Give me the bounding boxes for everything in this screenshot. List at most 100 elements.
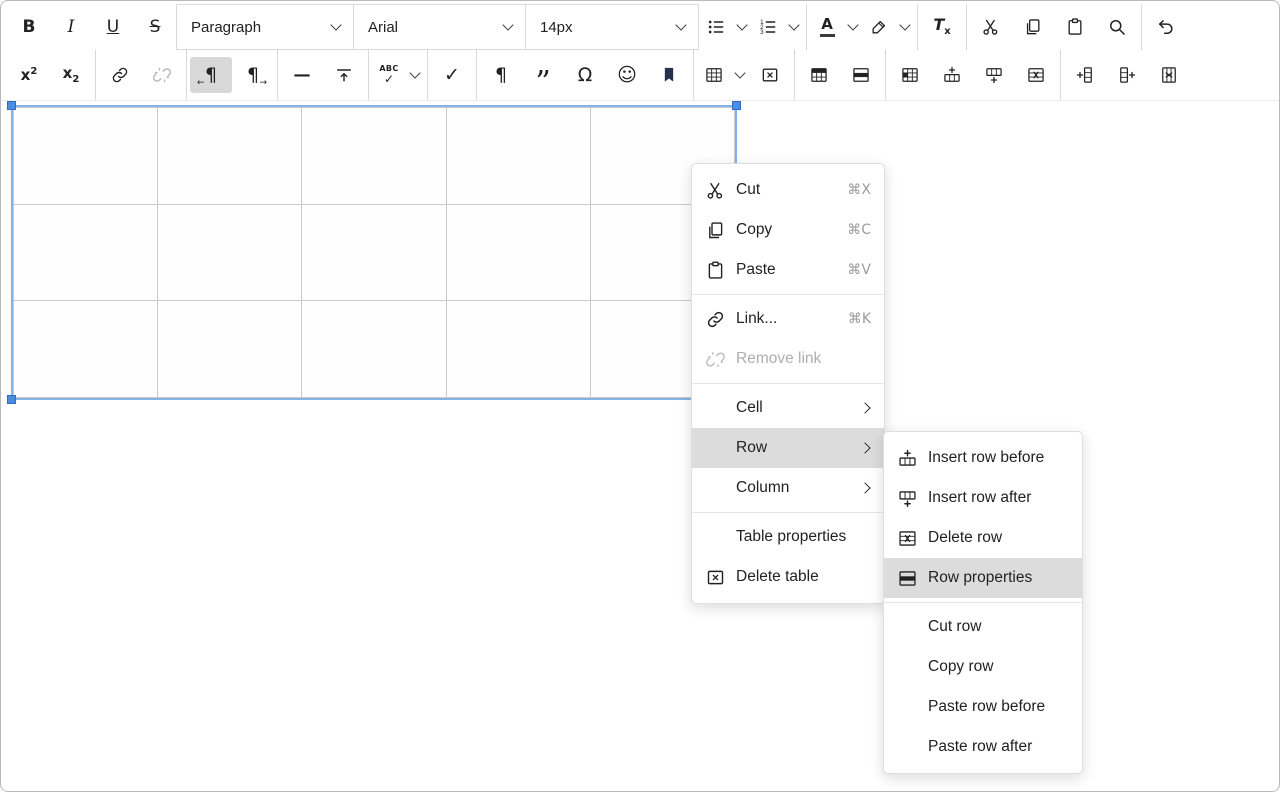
table-dropdown[interactable] (731, 57, 749, 93)
selected-table[interactable] (11, 105, 737, 400)
numbered-list-button[interactable] (751, 9, 785, 45)
row-properties-button[interactable] (840, 57, 882, 93)
format-select-group: Paragraph Arial 14px (176, 4, 699, 50)
delete-table-icon (760, 65, 780, 85)
copy-icon (703, 218, 727, 242)
toolbar-separator (806, 4, 807, 50)
search-button[interactable] (1096, 9, 1138, 45)
table-cell[interactable] (446, 301, 590, 398)
subscript-button[interactable]: x2 (50, 57, 92, 93)
table-button[interactable] (697, 57, 731, 93)
table-cell[interactable] (446, 108, 590, 205)
strikethrough-button[interactable]: S (134, 9, 176, 45)
superscript-button[interactable]: x2 (8, 57, 50, 93)
table-properties-icon (809, 65, 829, 85)
text-color-dropdown[interactable] (844, 9, 862, 45)
context-menu-item-remove-link[interactable]: Remove link (692, 339, 884, 379)
table-cell[interactable] (158, 204, 302, 301)
insert-column-after-button[interactable] (1106, 57, 1148, 93)
table-properties-button[interactable] (798, 57, 840, 93)
font-family-select[interactable]: Arial (353, 5, 525, 49)
insert-row-before-button[interactable] (931, 57, 973, 93)
special-character-button[interactable]: Ω (564, 57, 606, 93)
table-cell[interactable] (302, 204, 446, 301)
delete-row-button[interactable] (1015, 57, 1057, 93)
numbered-list-dropdown[interactable] (785, 9, 803, 45)
delete-column-button[interactable] (1148, 57, 1190, 93)
highlight-color-dropdown[interactable] (896, 9, 914, 45)
menu-item-label: Paste row after (928, 738, 1069, 756)
table-cell[interactable] (446, 204, 590, 301)
toolbar-separator (476, 50, 477, 100)
table-cell[interactable] (302, 108, 446, 205)
italic-button[interactable]: I (50, 9, 92, 45)
menu-item-label: Delete row (928, 529, 1069, 547)
submenu-item-cut-row[interactable]: Cut row (884, 607, 1082, 647)
cut-button[interactable] (970, 9, 1012, 45)
context-menu-item-delete-table[interactable]: Delete table (692, 557, 884, 597)
context-menu-item-cut[interactable]: Cut ⌘X (692, 170, 884, 210)
font-size-select[interactable]: 14px (525, 5, 698, 49)
highlight-color-button[interactable] (862, 9, 896, 45)
submenu-item-insert-row-after[interactable]: Insert row after (884, 478, 1082, 518)
spellcheck-dropdown[interactable] (406, 57, 424, 93)
text-color-button[interactable]: A (810, 9, 844, 45)
insert-row-after-button[interactable] (973, 57, 1015, 93)
delete-table-button[interactable] (749, 57, 791, 93)
checkmark-button[interactable]: ✓ (431, 57, 473, 93)
submenu-item-paste-row-before[interactable]: Paste row before (884, 687, 1082, 727)
bookmark-button[interactable] (648, 57, 690, 93)
context-menu-item-paste[interactable]: Paste ⌘V (692, 250, 884, 290)
selection-handle-top-right[interactable] (732, 101, 741, 110)
context-menu-item-table-properties[interactable]: Table properties (692, 517, 884, 557)
underline-button[interactable]: U (92, 9, 134, 45)
copy-button[interactable] (1012, 9, 1054, 45)
insert-column-before-button[interactable] (1064, 57, 1106, 93)
bullet-list-button[interactable] (699, 9, 733, 45)
remove-link-button[interactable] (141, 57, 183, 93)
selection-handle-top-left[interactable] (7, 101, 16, 110)
delete-row-icon (1026, 65, 1046, 85)
blockquote-button[interactable]: ” (522, 57, 564, 93)
chevron-down-icon (736, 19, 747, 30)
table-cell[interactable] (302, 301, 446, 398)
insert-link-button[interactable] (99, 57, 141, 93)
emoji-button[interactable]: ☺ (606, 57, 648, 93)
spellcheck-button[interactable]: ABC✓ (372, 57, 406, 93)
text-color-icon: A (820, 17, 835, 37)
paste-button[interactable] (1054, 9, 1096, 45)
bullet-list-dropdown[interactable] (733, 9, 751, 45)
context-menu-item-column[interactable]: Column (692, 468, 884, 508)
bold-button[interactable]: B (8, 9, 50, 45)
rtl-icon: ¶→ (247, 66, 259, 85)
context-menu-item-link[interactable]: Link... ⌘K (692, 299, 884, 339)
paste-icon (703, 258, 727, 282)
submenu-item-paste-row-after[interactable]: Paste row after (884, 727, 1082, 767)
horizontal-rule-button[interactable]: — (281, 57, 323, 93)
toolbar-separator (917, 4, 918, 50)
page-break-button[interactable] (323, 57, 365, 93)
rtl-button[interactable]: ¶→ (232, 57, 274, 93)
table-cell[interactable] (14, 108, 158, 205)
submenu-item-copy-row[interactable]: Copy row (884, 647, 1082, 687)
table-cell[interactable] (158, 108, 302, 205)
context-menu-item-row[interactable]: Row (692, 428, 884, 468)
submenu-item-insert-row-before[interactable]: Insert row before (884, 438, 1082, 478)
context-menu-item-cell[interactable]: Cell (692, 388, 884, 428)
cell-properties-button[interactable] (889, 57, 931, 93)
table-cell[interactable] (14, 204, 158, 301)
clear-formatting-button[interactable]: Tx (921, 9, 963, 45)
submenu-item-row-properties[interactable]: Row properties (884, 558, 1082, 598)
block-format-select[interactable]: Paragraph (177, 5, 353, 49)
menu-item-shortcut: ⌘X (847, 182, 871, 198)
selection-handle-bottom-left[interactable] (7, 395, 16, 404)
search-icon (1107, 17, 1127, 37)
context-menu-item-copy[interactable]: Copy ⌘C (692, 210, 884, 250)
paragraph-marks-button[interactable]: ¶ (480, 57, 522, 93)
submenu-item-delete-row[interactable]: Delete row (884, 518, 1082, 558)
undo-button[interactable] (1145, 9, 1187, 45)
ltr-button[interactable]: ¶← (190, 57, 232, 93)
table-cell[interactable] (158, 301, 302, 398)
editor-table[interactable] (13, 107, 735, 398)
table-cell[interactable] (14, 301, 158, 398)
